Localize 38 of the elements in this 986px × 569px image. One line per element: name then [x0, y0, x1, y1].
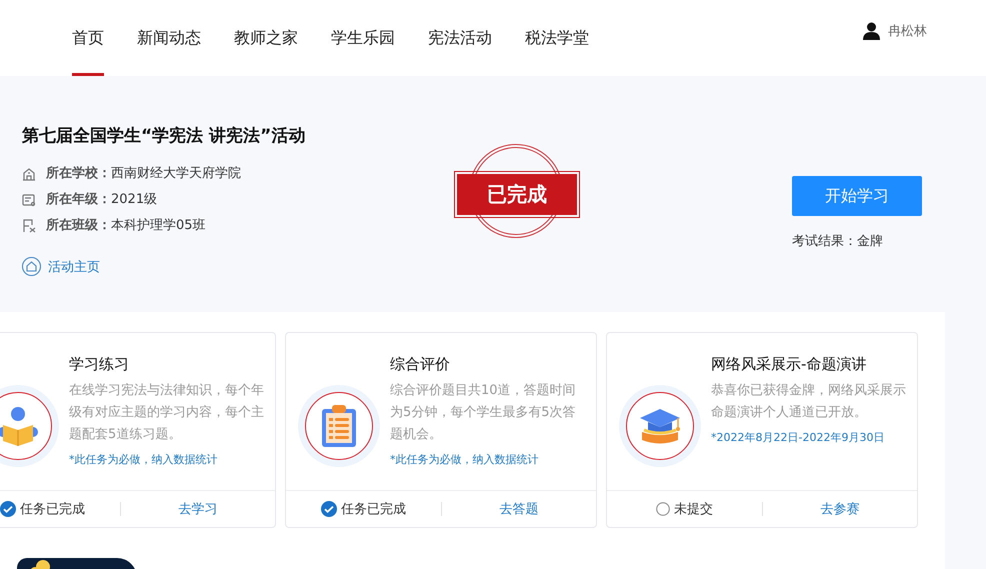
graduation-cap-icon	[638, 406, 682, 446]
task-note: *此任务为必做，纳入数据统计	[69, 452, 218, 467]
task-description: 综合评价题目共10道，答题时间为5分钟，每个学生最多有5次答题机会。	[390, 382, 577, 444]
task-title: 学习练习	[69, 355, 130, 374]
user-icon	[863, 22, 880, 40]
info-label: 所在学校：	[46, 165, 111, 183]
task-note: *此任务为必做，纳入数据统计	[390, 452, 540, 467]
task-action-link[interactable]: 去答题	[499, 500, 538, 518]
task-note: *2022年8月22日-2022年9月30日	[711, 430, 886, 445]
exam-result: 考试结果：金牌	[792, 233, 884, 250]
task-title: 综合评价	[390, 355, 451, 374]
task-status: 任务已完成	[340, 501, 406, 518]
home-icon	[22, 257, 41, 276]
class-icon	[22, 219, 36, 233]
activity-home-link[interactable]: 活动主页	[48, 258, 100, 276]
activity-title: 第七届全国学生“学宪法 讲宪法”活动	[22, 125, 306, 147]
info-value: 2021级	[111, 191, 158, 209]
task-description: 在线学习宪法与法律知识，每个年级有对应主题的学习内容，每个主题配套5道练习题。	[69, 382, 265, 444]
task-status: 未提交	[674, 501, 713, 518]
info-label: 所在年级：	[46, 191, 111, 209]
nav-tab[interactable]: 教师之家	[234, 0, 298, 76]
nav-tab[interactable]: 首页	[72, 0, 104, 76]
task-action-link[interactable]: 去学习	[178, 500, 218, 518]
task-description: 恭喜你已获得金牌，网络风采展示命题演讲个人通道已开放。	[711, 382, 907, 422]
info-value: 本科护理学05班	[111, 217, 206, 235]
task-title: 网络风采展示-命题演讲	[711, 355, 868, 374]
nav-tab[interactable]: 税法学堂	[525, 0, 589, 76]
user-name[interactable]: 冉松林	[888, 22, 927, 40]
info-label: 所在班级：	[46, 217, 111, 235]
nav-tab[interactable]: 宪法活动	[428, 0, 492, 76]
nav-tab[interactable]: 学生乐园	[331, 0, 395, 76]
building-icon	[22, 167, 36, 181]
task-action-link[interactable]: 去参赛	[820, 500, 860, 518]
id-card-icon	[22, 193, 36, 207]
task-status: 任务已完成	[20, 501, 85, 518]
clipboard-icon	[319, 403, 359, 449]
info-value: 西南财经大学天府学院	[111, 165, 241, 183]
nav-tab[interactable]: 新闻动态	[137, 0, 201, 76]
